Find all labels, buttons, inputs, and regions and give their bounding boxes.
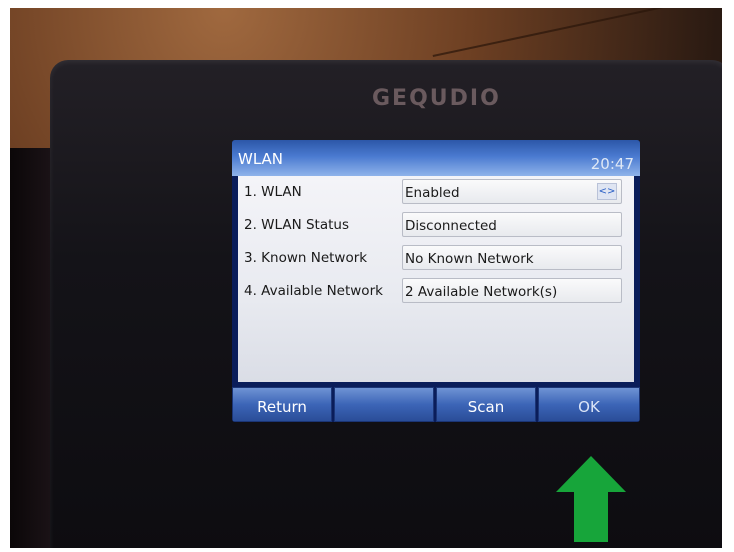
- wlan-status-value-field: Disconnected: [402, 212, 622, 237]
- row-value: No Known Network: [405, 251, 534, 267]
- screen-title: WLAN: [238, 150, 284, 168]
- wlan-value-field[interactable]: Enabled <>: [402, 179, 622, 204]
- list-item-available-network[interactable]: 4. Available Network 2 Available Network…: [238, 275, 634, 308]
- phone-edge: [10, 148, 50, 548]
- known-network-value-field: No Known Network: [402, 245, 622, 270]
- row-label: 1. WLAN: [244, 184, 302, 200]
- list-item-wlan[interactable]: 1. WLAN Enabled <>: [238, 176, 634, 209]
- list-item-wlan-status[interactable]: 2. WLAN Status Disconnected: [238, 209, 634, 242]
- row-label: 2. WLAN Status: [244, 217, 349, 233]
- phone-screen: WLAN 20:47 1. WLAN Enabled <> 2. WLAN St…: [232, 140, 640, 422]
- ok-softkey[interactable]: OK: [538, 387, 640, 422]
- row-label: 4. Available Network: [244, 283, 383, 299]
- row-value: 2 Available Network(s): [405, 284, 558, 300]
- list-item-known-network[interactable]: 3. Known Network No Known Network: [238, 242, 634, 275]
- up-arrow-shape: [556, 456, 626, 542]
- brand-logo: GEQUDIO: [372, 86, 501, 111]
- row-label: 3. Known Network: [244, 250, 368, 266]
- cable-line: [432, 8, 688, 58]
- row-value: Disconnected: [405, 218, 497, 234]
- blank-softkey[interactable]: [334, 387, 434, 422]
- title-bar: WLAN 20:47: [232, 140, 640, 176]
- softkey-bar: Return Scan OK: [232, 387, 640, 422]
- available-network-value-field: 2 Available Network(s): [402, 278, 622, 303]
- row-value: Enabled: [405, 185, 460, 201]
- return-softkey[interactable]: Return: [232, 387, 332, 422]
- settings-list: 1. WLAN Enabled <> 2. WLAN Status Discon…: [238, 176, 634, 382]
- scan-softkey[interactable]: Scan: [436, 387, 536, 422]
- left-right-arrows-icon[interactable]: <>: [597, 183, 617, 200]
- clock: 20:47: [590, 155, 634, 173]
- up-arrow-icon: [556, 456, 626, 542]
